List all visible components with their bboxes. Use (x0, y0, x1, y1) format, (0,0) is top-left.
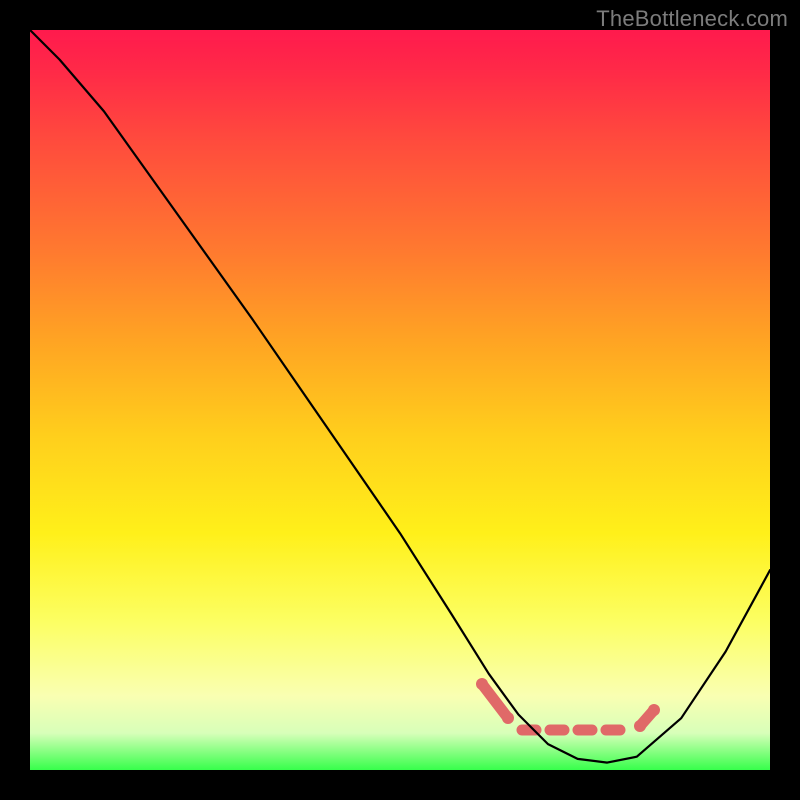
highlight-band (476, 678, 660, 732)
highlight-dot (648, 704, 660, 716)
highlight-left (482, 684, 508, 718)
highlight-dot (502, 712, 514, 724)
highlight-dot (476, 678, 488, 690)
chart-frame: TheBottleneck.com (0, 0, 800, 800)
chart-svg (30, 30, 770, 770)
bottleneck-curve (30, 30, 770, 763)
highlight-dot (634, 720, 646, 732)
plot-area (30, 30, 770, 770)
watermark-text: TheBottleneck.com (596, 6, 788, 32)
